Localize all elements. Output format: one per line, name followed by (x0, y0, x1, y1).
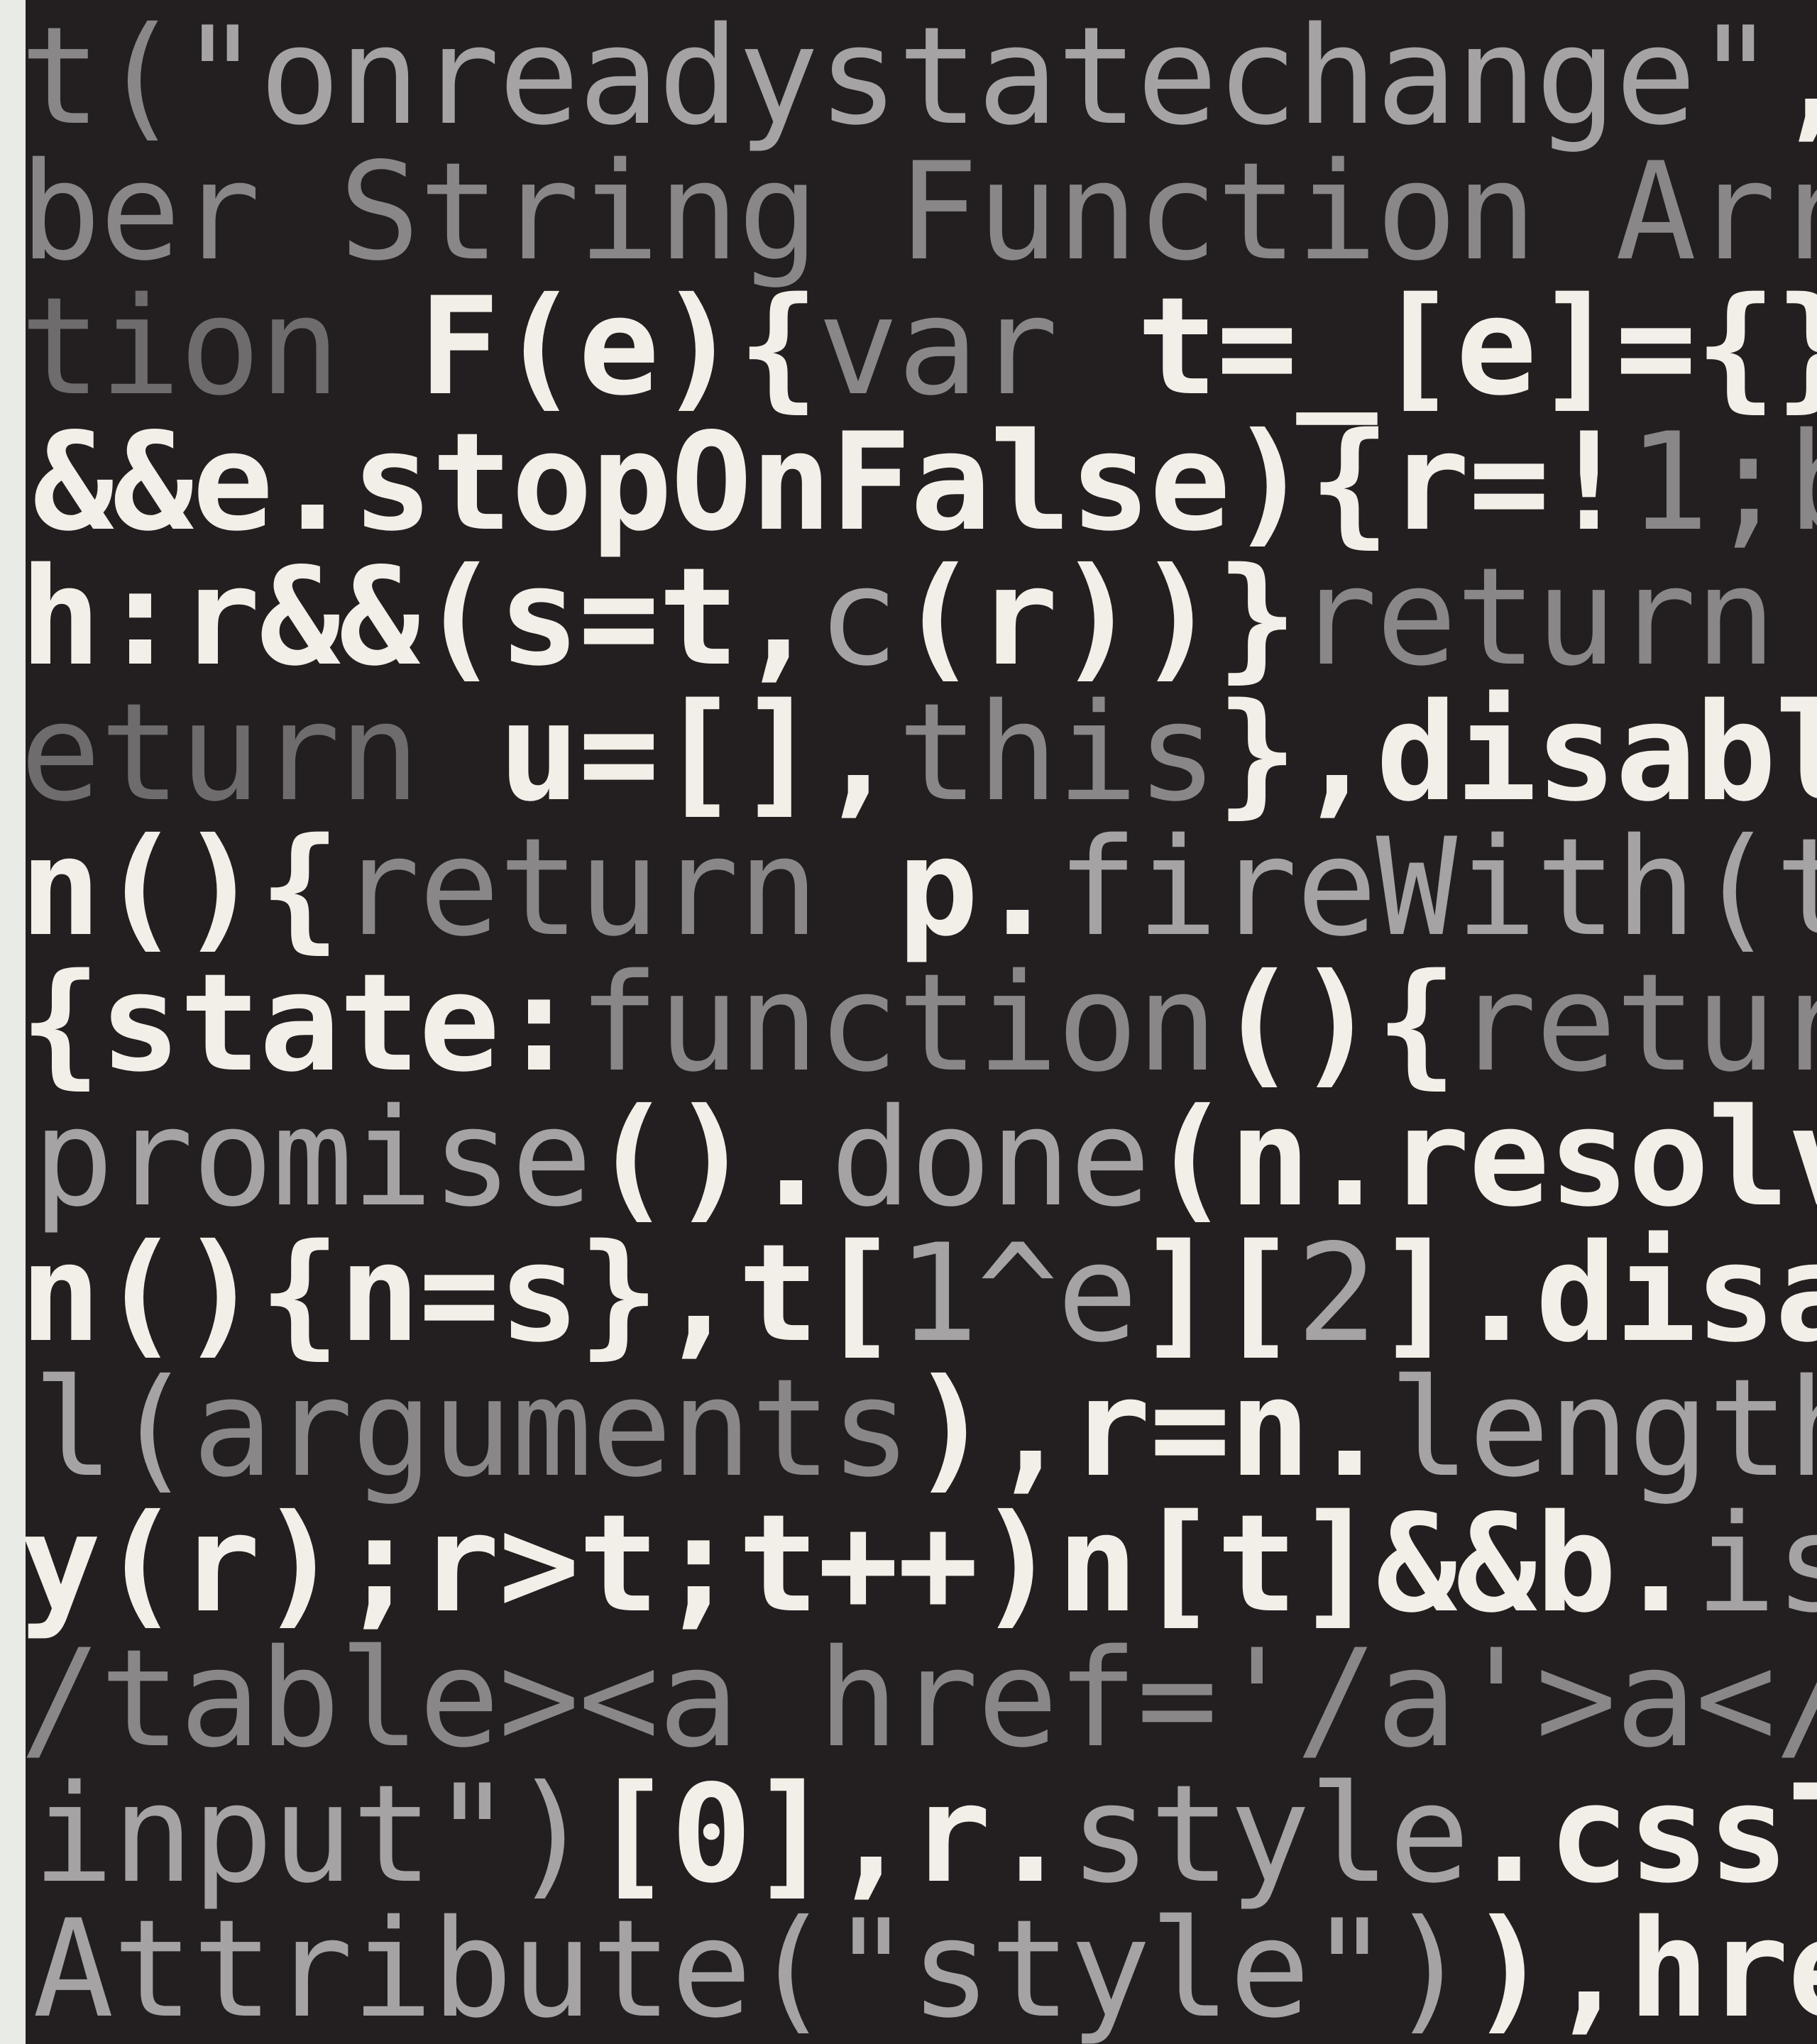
code-line: Attribute("style")),hrefNo (33, 1884, 1817, 2044)
code-token: Attribute("style") (33, 1891, 1470, 2044)
code-token: ),hrefNo (1469, 1891, 1817, 2044)
image-frame: t("onreadystatechange",H),ber String Fun… (0, 0, 1817, 2044)
code-photo: t("onreadystatechange",H),ber String Fun… (26, 0, 1817, 2044)
